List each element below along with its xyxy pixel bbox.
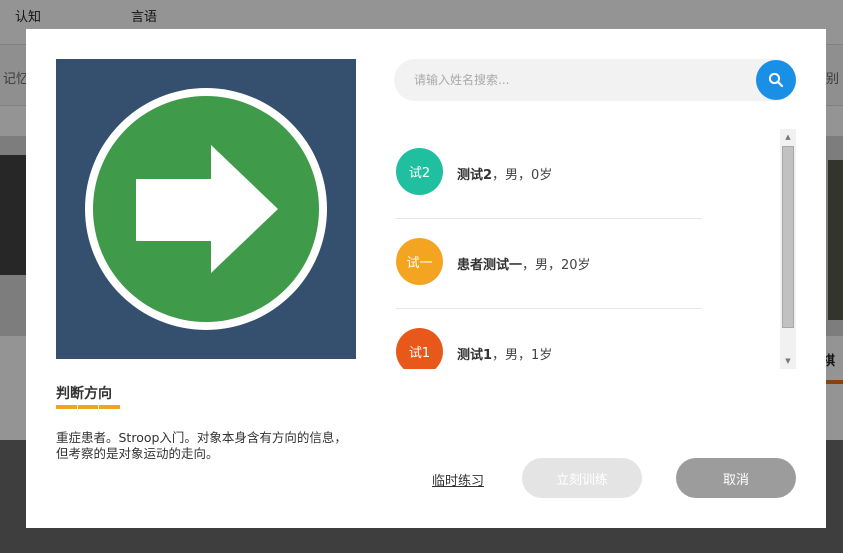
patient-info: 患者测试一，男，20岁 bbox=[457, 254, 591, 273]
scroll-up-icon[interactable]: ▲ bbox=[780, 129, 796, 145]
cancel-button[interactable]: 取消 bbox=[676, 458, 796, 498]
game-title-underline bbox=[56, 405, 121, 409]
start-training-button[interactable]: 立刻训练 bbox=[522, 458, 642, 498]
patient-item[interactable]: 试一 患者测试一，男，20岁 bbox=[396, 219, 726, 309]
patient-name: 患者测试一 bbox=[457, 258, 523, 273]
scroll-thumb[interactable] bbox=[782, 146, 794, 328]
patient-item[interactable]: 试2 测试2，男，0岁 bbox=[396, 129, 726, 219]
search-icon bbox=[768, 72, 784, 88]
patient-info: 测试1，男，1岁 bbox=[457, 344, 552, 363]
patient-details: ，男，20岁 bbox=[522, 258, 591, 273]
patient-name: 测试1 bbox=[457, 348, 493, 363]
patient-info: 测试2，男，0岁 bbox=[457, 164, 552, 183]
scroll-down-icon[interactable]: ▼ bbox=[780, 353, 796, 369]
game-description: 重症患者。Stroop入门。对象本身含有方向的信息，但考察的是对象运动的走向。 bbox=[56, 430, 347, 461]
game-title: 判断方向 bbox=[56, 386, 112, 402]
search-button[interactable] bbox=[756, 60, 796, 100]
avatar: 试一 bbox=[396, 238, 443, 285]
game-thumbnail bbox=[56, 59, 356, 359]
patient-details: ，男，0岁 bbox=[492, 168, 553, 183]
start-training-modal: 判断方向 重症患者。Stroop入门。对象本身含有方向的信息，但考察的是对象运动… bbox=[26, 29, 826, 528]
right-arrow-icon bbox=[85, 88, 327, 330]
avatar: 试2 bbox=[396, 148, 443, 195]
patient-name: 测试2 bbox=[457, 168, 493, 183]
avatar: 试1 bbox=[396, 328, 443, 369]
patient-list-scrollbar[interactable]: ▲ ▼ bbox=[780, 129, 796, 369]
patient-details: ，男，1岁 bbox=[492, 348, 553, 363]
patient-item[interactable]: 试1 测试1，男，1岁 bbox=[396, 309, 726, 369]
patient-list[interactable]: 试2 测试2，男，0岁 试一 患者测试一，男，20岁 试1 测试1，男，1岁 bbox=[396, 129, 726, 369]
patient-search bbox=[394, 59, 796, 101]
practice-link[interactable]: 临时练习 bbox=[432, 470, 484, 489]
search-input[interactable] bbox=[394, 59, 754, 101]
